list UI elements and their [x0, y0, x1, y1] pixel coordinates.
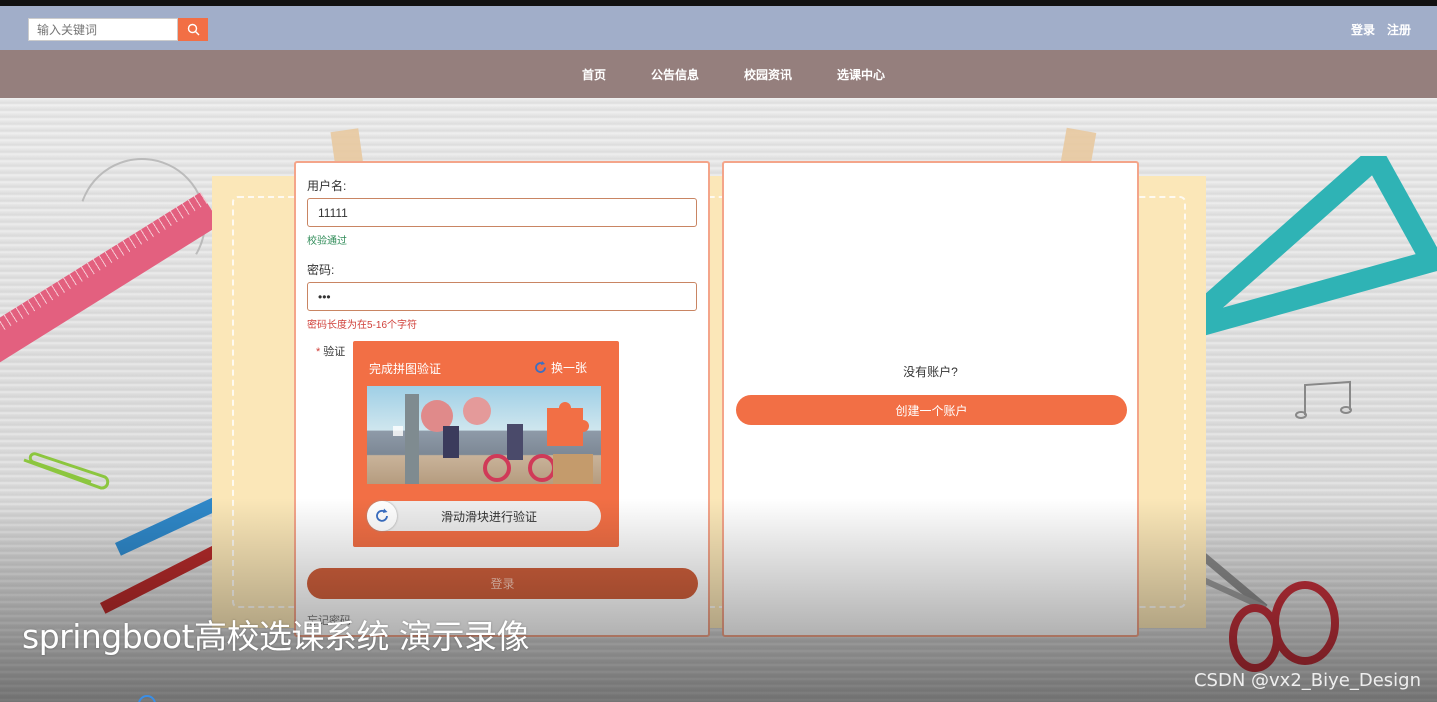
password-hint: 密码长度为在5-16个字符: [307, 320, 418, 331]
password-label: 密码:: [307, 263, 335, 277]
set-square-decoration: [1172, 156, 1437, 336]
auth-links: 登录 注册: [1351, 21, 1411, 38]
watermark: CSDN @vx2_Biye_Design: [1193, 670, 1421, 691]
refresh-icon: [535, 361, 546, 373]
nav-item-home[interactable]: 首页: [582, 66, 606, 83]
captcha-puzzle-image: [367, 386, 601, 484]
nav-item-announcements[interactable]: 公告信息: [651, 66, 699, 83]
login-button[interactable]: 登录: [307, 568, 698, 599]
create-account-button[interactable]: 创建一个账户: [736, 395, 1127, 425]
captcha-slider[interactable]: 滑动滑块进行验证: [367, 501, 601, 531]
refresh-icon: [376, 508, 388, 522]
music-note-decoration: [1295, 380, 1352, 419]
video-title: springboot高校选课系统 演示录像: [22, 617, 530, 656]
search-icon: [187, 23, 199, 36]
captcha-refresh-button[interactable]: 换一张: [534, 359, 587, 376]
register-panel: 没有账户? 创建一个账户: [722, 161, 1139, 637]
paperclip-decoration: [23, 452, 110, 490]
verify-label: * 验证: [316, 346, 346, 358]
ruler-decoration: [0, 192, 221, 363]
top-bar: 登录 注册: [0, 6, 1437, 50]
nav-item-course-center[interactable]: 选课中心: [837, 66, 885, 83]
slider-text: 滑动滑块进行验证: [440, 509, 537, 524]
login-form: 用户名: 11111 校验通过 密码: ••• 密码长度为在5-16个字符 * 验…: [294, 161, 710, 637]
password-field[interactable]: •••: [307, 282, 697, 311]
login-link[interactable]: 登录: [1351, 21, 1375, 38]
slider-handle[interactable]: [367, 501, 397, 531]
captcha-title: 完成拼图验证: [369, 362, 442, 376]
captcha-box: 完成拼图验证 换一张 滑动滑块进行验证: [353, 341, 619, 547]
main-nav: 首页 公告信息 校园资讯 选课中心: [0, 50, 1437, 98]
register-link[interactable]: 注册: [1387, 21, 1411, 38]
username-field[interactable]: 11111: [307, 198, 697, 227]
username-label: 用户名:: [307, 179, 347, 193]
search-button[interactable]: [178, 18, 208, 41]
search-input[interactable]: [28, 18, 178, 41]
username-hint: 校验通过: [307, 236, 347, 247]
nav-item-campus-news[interactable]: 校园资讯: [744, 66, 792, 83]
no-account-text: 没有账户?: [903, 365, 958, 379]
